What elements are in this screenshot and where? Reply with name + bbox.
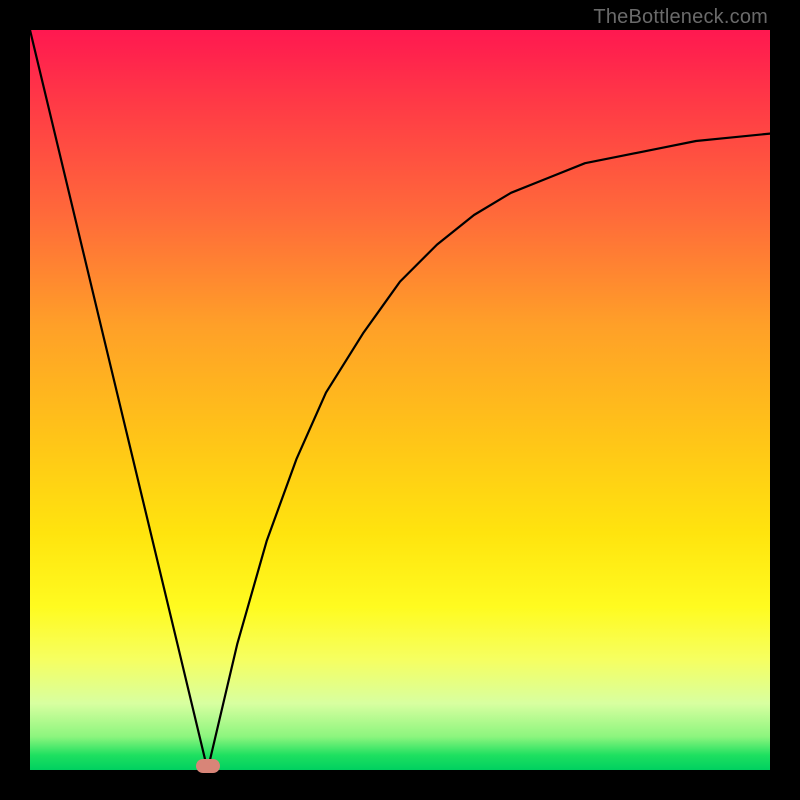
bottleneck-curve [30, 30, 770, 770]
plot-area [30, 30, 770, 770]
chart-frame: TheBottleneck.com [0, 0, 800, 800]
watermark-text: TheBottleneck.com [593, 6, 768, 29]
minimum-marker [196, 759, 220, 773]
